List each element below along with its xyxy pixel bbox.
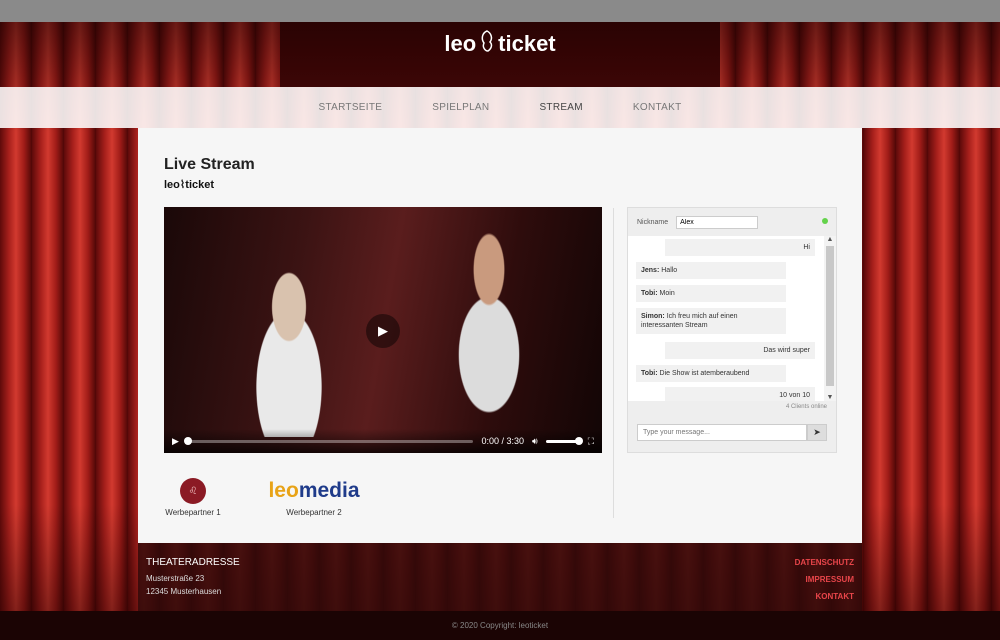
message-user: Tobi: (641, 290, 658, 297)
play-icon: ▶ (378, 323, 388, 338)
chat-messages: Hi Jens: Hallo Tobi: Moin Simon: Ich fre… (628, 236, 824, 401)
fullscreen-icon[interactable]: ⛶ (588, 436, 594, 447)
message-text: Moin (659, 290, 675, 297)
chat-message: Hi (665, 239, 815, 256)
scroll-down-icon[interactable]: ▼ (824, 394, 836, 401)
video-controls: ▶ 0:00 / 3:30 🔊︎ ⛶ (164, 429, 602, 453)
message-user: Simon: (641, 313, 665, 320)
chat-header: Nickname (628, 208, 836, 236)
progress-bar[interactable] (183, 436, 474, 445)
address-city: 12345 Musterhausen (146, 587, 222, 596)
chat-message: Tobi: Moin (636, 285, 786, 302)
main-content: Live Stream leo⌇ticket ▶ ▶ 0:00 / 3:30 🔊… (138, 128, 862, 543)
volume-handle[interactable] (574, 436, 583, 445)
partner-1-label: Werbepartner 1 (165, 508, 221, 517)
nav-item-startseite[interactable]: STARTSEITE (318, 102, 382, 113)
leomedia-logo-media: media (298, 479, 360, 502)
clients-online-count: 4 Clients online (785, 404, 827, 410)
sub-logo-left: leo (164, 179, 180, 191)
message-text: Die Show ist atemberaubend (659, 370, 750, 377)
partner-2[interactable]: leomedia Werbepartner 2 (246, 478, 382, 517)
site-logo[interactable]: leo ticket (0, 26, 1000, 62)
footer: THEATERADRESSE Musterstraße 23 12345 Mus… (138, 543, 862, 611)
progress-handle[interactable] (183, 436, 192, 445)
address-title: THEATERADRESSE (146, 557, 240, 568)
nav-item-stream[interactable]: STREAM (539, 102, 582, 113)
message-text: Hallo (661, 267, 678, 274)
scroll-up-icon[interactable]: ▲ (824, 236, 836, 243)
nav-item-kontakt[interactable]: KONTAKT (633, 102, 682, 113)
play-overlay-button[interactable]: ▶ (366, 314, 400, 348)
partner-2-label: Werbepartner 2 (286, 508, 342, 517)
partner-1[interactable]: ♌ Werbepartner 1 (164, 478, 222, 517)
logo-text-left: leo (444, 31, 477, 56)
copyright-bar: © 2020 Copyright: leoticket (0, 611, 1000, 640)
video-guitarist (414, 212, 564, 442)
chat-message: Tobi: Die Show ist atemberaubend (636, 365, 786, 382)
nickname-label: Nickname (637, 218, 669, 226)
volume-slider[interactable] (545, 436, 583, 445)
nickname-field[interactable] (676, 215, 759, 229)
leomedia-logo-leo: leo (268, 479, 299, 502)
page-title: Live Stream (164, 156, 255, 173)
online-status-icon (822, 218, 828, 224)
scrollbar-thumb[interactable] (826, 246, 834, 386)
main-nav: STARTSEITE SPIELPLAN STREAM KONTAKT (0, 87, 1000, 128)
message-text: Hi (803, 244, 810, 251)
video-singer (224, 237, 354, 437)
copyright-text: © 2020 Copyright: leoticket (451, 621, 549, 630)
footer-link-impressum[interactable]: IMPRESSUM (806, 575, 854, 584)
footer-link-kontakt[interactable]: KONTAKT (815, 592, 854, 601)
nav-item-spielplan[interactable]: SPIELPLAN (432, 102, 489, 113)
chat-message: 10 von 10 (665, 387, 815, 401)
time-display: 0:00 / 3:30 (481, 436, 525, 446)
sub-logo-right: ticket (185, 179, 215, 191)
chat-message-input[interactable] (637, 424, 807, 441)
message-text: 10 von 10 (779, 392, 810, 399)
send-button[interactable]: ➤ (807, 424, 827, 441)
volume-icon[interactable]: 🔊︎ (532, 436, 538, 447)
chat-message: Das wird super (665, 342, 815, 359)
logo-text-right: ticket (498, 31, 556, 56)
message-user: Tobi: (641, 370, 658, 377)
column-divider (613, 208, 614, 518)
message-text: Das wird super (763, 347, 810, 354)
message-user: Jens: (641, 267, 660, 274)
chat-message: Jens: Hallo (636, 262, 786, 279)
footer-link-datenschutz[interactable]: DATENSCHUTZ (795, 558, 854, 567)
chat-scrollbar[interactable]: ▲ ▼ (824, 236, 836, 401)
send-icon: ➤ (813, 427, 821, 437)
partner-1-logo: ♌ (180, 478, 206, 504)
play-icon[interactable]: ▶ (172, 436, 179, 447)
address-street: Musterstraße 23 (146, 574, 205, 583)
video-player[interactable]: ▶ ▶ 0:00 / 3:30 🔊︎ ⛶ (164, 207, 602, 453)
chat-message: Simon: Ich freu mich auf einen interessa… (636, 308, 786, 334)
chat-panel: Nickname Hi Jens: Hallo Tobi: Moin Simon… (627, 207, 837, 453)
sub-logo: leo⌇ticket (164, 178, 214, 191)
lion-icon (479, 29, 495, 59)
browser-top-bar (0, 0, 1000, 22)
leomedia-logo: leomedia (246, 478, 382, 504)
